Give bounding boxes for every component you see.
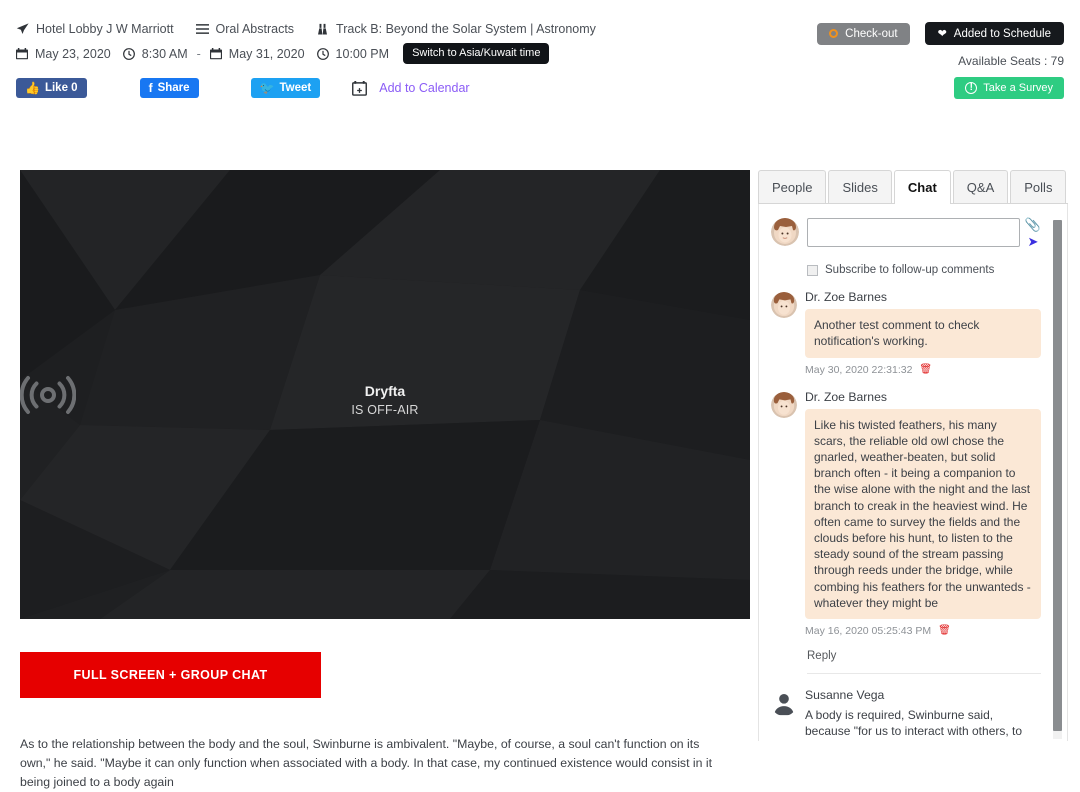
video-player[interactable]: Dryfta IS OFF-AIR	[20, 170, 750, 619]
player-column: Dryfta IS OFF-AIR FULL SCREEN + GROUP CH…	[20, 170, 750, 792]
track-label: Track B: Beyond the Solar System | Astro…	[336, 22, 596, 36]
facebook-icon: f	[148, 81, 153, 95]
binoculars-icon	[316, 23, 329, 36]
session-type-info: Oral Abstracts	[195, 22, 295, 36]
end-time: 10:00 PM	[316, 46, 390, 61]
added-to-schedule-label: Added to Schedule	[953, 27, 1051, 40]
info-icon: !	[965, 82, 978, 94]
chat-body: 📎 ➤ Subscribe to follow-up comments Dr. …	[758, 204, 1068, 741]
paperclip-icon[interactable]: 📎	[1025, 217, 1041, 232]
twitter-bird-icon: 🐦	[259, 81, 275, 95]
subscribe-checkbox[interactable]	[807, 264, 818, 276]
location-arrow-icon	[16, 22, 29, 36]
venue-info: Hotel Lobby J W Marriott	[16, 22, 174, 36]
subscribe-label: Subscribe to follow-up comments	[825, 264, 995, 277]
check-out-button[interactable]: Check-out	[817, 22, 910, 45]
check-out-label: Check-out	[845, 27, 898, 40]
header-action-buttons: Check-out ❤ Added to Schedule	[817, 22, 1064, 45]
message-body: Dr. Zoe Barnes Like his twisted feathers…	[805, 390, 1041, 637]
message-author: Susanne Vega	[805, 687, 885, 702]
switch-timezone-button[interactable]: Switch to Asia/Kuwait time	[403, 43, 550, 64]
take-survey-button[interactable]: ! Take a Survey	[954, 77, 1064, 99]
avatar	[771, 292, 797, 319]
reply-link[interactable]: Reply	[807, 650, 1041, 662]
thumbs-up-icon: 👍	[25, 81, 40, 95]
composer-actions: 📎 ➤	[1025, 217, 1041, 250]
message-text: A body is required, Swinburne said, beca…	[805, 707, 1027, 741]
available-seats: Available Seats : 79	[958, 54, 1064, 68]
trash-icon[interactable]: 🗑	[938, 625, 951, 636]
clock-icon	[316, 47, 329, 60]
chat-message: Dr. Zoe Barnes Like his twisted feathers…	[771, 390, 1041, 637]
tweet-button[interactable]: 🐦 Tweet	[250, 78, 321, 98]
chat-composer: 📎 ➤	[771, 217, 1041, 250]
clock-icon	[122, 47, 135, 60]
tweet-label: Tweet	[279, 82, 312, 94]
message-timestamp: May 16, 2020 05:25:43 PM	[805, 624, 932, 637]
subscribe-row: Subscribe to follow-up comments	[807, 264, 1041, 276]
chat-input[interactable]	[807, 218, 1020, 247]
player-title: Dryfta	[364, 382, 406, 399]
avatar	[771, 391, 797, 418]
chat-message: Dr. Zoe Barnes Another test comment to c…	[771, 290, 1041, 376]
avatar	[771, 218, 799, 246]
chat-scrollbar-thumb[interactable]	[1053, 220, 1062, 731]
calendar-icon	[16, 47, 28, 60]
list-icon	[195, 23, 209, 35]
message-timestamp: May 30, 2020 22:31:32	[805, 363, 913, 376]
tab-slides[interactable]: Slides	[828, 170, 892, 203]
start-time: 8:30 AM	[122, 46, 188, 61]
trash-icon[interactable]: 🗑	[919, 364, 932, 375]
heart-icon: ❤	[937, 28, 947, 40]
message-author: Dr. Zoe Barnes	[805, 290, 887, 305]
facebook-like-label: Like 0	[44, 82, 78, 94]
message-divider	[807, 672, 1041, 674]
message-body: Susanne Vega A body is required, Swinbur…	[805, 688, 1041, 741]
added-to-schedule-button[interactable]: ❤ Added to Schedule	[924, 22, 1064, 45]
side-panel: People Slides Chat Q&A Polls 📎 ➤ Subscri…	[758, 170, 1068, 741]
end-date: May 31, 2020	[209, 46, 305, 61]
calendar-icon	[209, 47, 222, 60]
end-time-label: 10:00 PM	[335, 46, 390, 61]
tab-people[interactable]: People	[758, 170, 827, 203]
tab-polls[interactable]: Polls	[1010, 170, 1067, 203]
fullscreen-group-chat-button[interactable]: FULL SCREEN + GROUP CHAT	[20, 652, 321, 698]
panel-tabs: People Slides Chat Q&A Polls	[758, 170, 1068, 204]
page-header: Hotel Lobby J W Marriott Oral Abstracts …	[0, 0, 1080, 99]
start-time-label: 8:30 AM	[141, 46, 188, 61]
send-icon[interactable]: ➤	[1027, 234, 1038, 250]
take-survey-label: Take a Survey	[983, 82, 1053, 94]
message-footer: May 16, 2020 05:25:43 PM 🗑	[805, 625, 1041, 637]
session-description: As to the relationship between the body …	[20, 737, 713, 790]
message-body: Dr. Zoe Barnes Another test comment to c…	[805, 290, 1041, 376]
message-footer: May 30, 2020 22:31:32 🗑	[805, 364, 1041, 376]
message-author: Dr. Zoe Barnes	[805, 389, 887, 404]
session-type-label: Oral Abstracts	[215, 22, 295, 36]
player-status: IS OFF-AIR	[351, 402, 419, 417]
tab-qa[interactable]: Q&A	[952, 170, 1009, 203]
circle-icon	[829, 29, 839, 38]
facebook-share-label: Share	[157, 82, 190, 94]
track-info: Track B: Beyond the Solar System | Astro…	[316, 22, 596, 36]
tab-chat[interactable]: Chat	[893, 170, 951, 204]
facebook-like-button[interactable]: 👍 Like 0	[16, 78, 87, 98]
start-date: May 23, 2020	[16, 47, 111, 61]
message-text: Another test comment to check notificati…	[805, 309, 1041, 358]
chat-message: Susanne Vega A body is required, Swinbur…	[771, 688, 1041, 741]
avatar	[771, 690, 797, 716]
chat-scrollbar[interactable]	[1053, 220, 1062, 739]
end-date-label: May 31, 2020	[228, 46, 305, 61]
message-text: Like his twisted feathers, his many scar…	[805, 408, 1041, 619]
venue-label: Hotel Lobby J W Marriott	[36, 22, 174, 36]
calendar-add-icon	[352, 80, 368, 96]
date-range-dash: -	[196, 46, 201, 61]
facebook-share-button[interactable]: f Share	[139, 78, 199, 98]
offair-notice: Dryfta IS OFF-AIR	[20, 373, 750, 417]
start-date-label: May 23, 2020	[35, 46, 111, 61]
add-to-calendar-link[interactable]: Add to Calendar	[379, 81, 469, 95]
header-actions: Check-out ❤ Added to Schedule Available …	[817, 22, 1064, 99]
